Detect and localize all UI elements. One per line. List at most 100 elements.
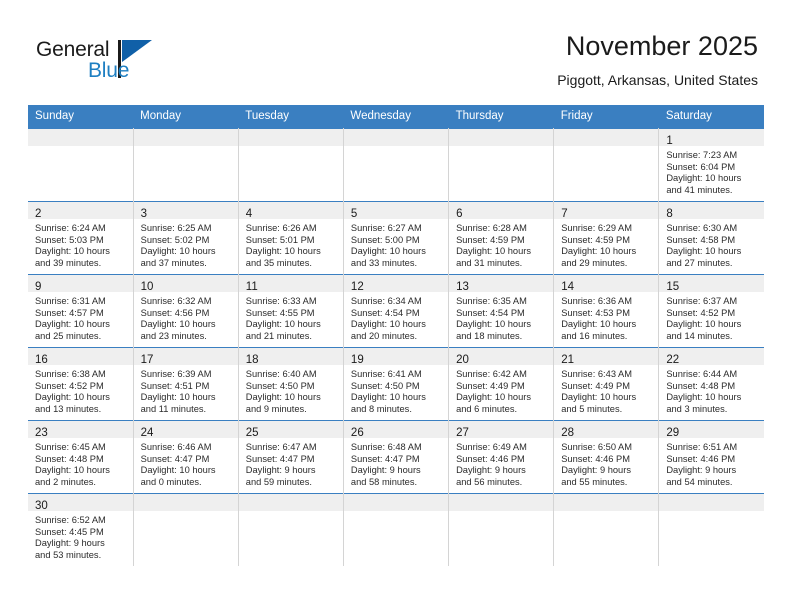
day-details <box>659 511 764 515</box>
day-details <box>28 146 133 150</box>
day-number: 18 <box>245 354 259 366</box>
calendar-day-cell[interactable]: 16 Sunrise: 6:38 AM Sunset: 4:52 PM Dayligh… <box>28 347 134 421</box>
calendar-day-cell[interactable]: 29 Sunrise: 6:51 AM Sunset: 4:46 PM Dayligh… <box>658 420 764 494</box>
calendar-day-cell[interactable]: 23 Sunrise: 6:45 AM Sunset: 4:48 PM Dayligh… <box>28 420 134 494</box>
day-detail-line: Sunset: 4:59 PM <box>561 234 630 245</box>
day-detail-line: Daylight: 10 hours <box>140 319 216 330</box>
day-number-band: 30 <box>28 494 133 512</box>
day-detail-line: and 59 minutes. <box>245 476 312 487</box>
calendar-day-cell-empty <box>28 128 134 202</box>
day-detail-line: and 23 minutes. <box>140 330 207 341</box>
calendar-day-cell[interactable]: 15 Sunrise: 6:37 AM Sunset: 4:52 PM Dayligh… <box>658 274 764 348</box>
day-detail-line: and 6 minutes. <box>456 403 518 414</box>
calendar-day-cell[interactable]: 22 Sunrise: 6:44 AM Sunset: 4:48 PM Dayligh… <box>658 347 764 421</box>
calendar-day-cell[interactable]: 5 Sunrise: 6:27 AM Sunset: 5:00 PM Daylight… <box>343 201 450 275</box>
day-detail-line: Sunset: 4:55 PM <box>245 307 315 318</box>
day-detail-line: Sunset: 4:49 PM <box>561 380 630 391</box>
day-number: 26 <box>350 427 364 439</box>
day-number-band: 17 <box>133 348 238 366</box>
calendar-day-cell-empty <box>238 493 344 566</box>
calendar-day-cell[interactable]: 27 Sunrise: 6:49 AM Sunset: 4:46 PM Dayligh… <box>448 420 555 494</box>
day-detail-line: Sunset: 4:54 PM <box>350 307 420 318</box>
day-details: Sunrise: 6:41 AM Sunset: 4:50 PM Daylight:… <box>344 365 448 415</box>
day-detail-line: and 16 minutes. <box>561 330 628 341</box>
calendar-day-cell[interactable]: 4 Sunrise: 6:26 AM Sunset: 5:01 PM Daylight… <box>238 201 344 275</box>
day-number: 8 <box>666 208 673 220</box>
calendar-day-cell[interactable]: 13 Sunrise: 6:35 AM Sunset: 4:54 PM Dayligh… <box>448 274 555 348</box>
calendar-day-cell[interactable]: 12 Sunrise: 6:34 AM Sunset: 4:54 PM Dayligh… <box>343 274 450 348</box>
day-number-band <box>133 129 238 146</box>
calendar-day-cell[interactable]: 18 Sunrise: 6:40 AM Sunset: 4:50 PM Dayligh… <box>238 347 344 421</box>
day-details <box>449 511 553 515</box>
day-number-band: 5 <box>343 202 449 220</box>
calendar-day-cell[interactable]: 28 Sunrise: 6:50 AM Sunset: 4:46 PM Dayligh… <box>553 420 660 494</box>
day-detail-line: Sunrise: 6:33 AM <box>245 296 317 306</box>
day-detail-line: Daylight: 10 hours <box>666 173 742 184</box>
calendar-day-cell-empty <box>343 493 450 566</box>
calendar-day-cell[interactable]: 17 Sunrise: 6:39 AM Sunset: 4:51 PM Dayligh… <box>133 347 239 421</box>
day-detail-line: and 11 minutes. <box>140 403 207 414</box>
general-blue-logo[interactable]: General Blue <box>36 38 166 90</box>
calendar-day-cell[interactable]: 26 Sunrise: 6:48 AM Sunset: 4:47 PM Dayligh… <box>343 420 450 494</box>
day-number-band: 26 <box>343 421 449 439</box>
day-number-band: 21 <box>554 348 659 366</box>
calendar-day-cell[interactable]: 6 Sunrise: 6:28 AM Sunset: 4:59 PM Daylight… <box>448 201 555 275</box>
day-detail-line: Daylight: 10 hours <box>456 392 531 403</box>
calendar-day-cell[interactable]: 11 Sunrise: 6:33 AM Sunset: 4:55 PM Dayligh… <box>238 274 344 348</box>
day-number-band: 2 <box>28 202 133 220</box>
calendar-day-cell[interactable]: 14 Sunrise: 6:36 AM Sunset: 4:53 PM Dayligh… <box>553 274 660 348</box>
day-detail-line: Sunrise: 6:32 AM <box>140 296 212 306</box>
calendar-day-cell[interactable]: 30 Sunrise: 6:52 AM Sunset: 4:45 PM Dayligh… <box>28 493 134 566</box>
page-title: November 2025 <box>565 31 758 61</box>
day-number: 13 <box>456 281 469 293</box>
page-subtitle: Piggott, Arkansas, United States <box>557 72 758 88</box>
day-details: Sunrise: 6:28 AM Sunset: 4:59 PM Daylight:… <box>449 219 553 269</box>
calendar-day-cell[interactable]: 24 Sunrise: 6:46 AM Sunset: 4:47 PM Dayligh… <box>133 420 239 494</box>
day-details: Sunrise: 6:42 AM Sunset: 4:49 PM Daylight:… <box>449 365 553 415</box>
day-details <box>554 146 658 150</box>
day-detail-line: Sunset: 4:52 PM <box>666 307 736 318</box>
day-detail-line: Sunrise: 6:49 AM <box>456 442 527 452</box>
calendar-day-cell[interactable]: 9 Sunrise: 6:31 AM Sunset: 4:57 PM Daylight… <box>28 274 134 348</box>
day-number-band: 24 <box>133 421 238 439</box>
day-number: 4 <box>245 208 253 220</box>
day-detail-line: Sunrise: 6:24 AM <box>35 223 106 233</box>
day-number-band <box>554 494 659 511</box>
day-details: Sunrise: 6:33 AM Sunset: 4:55 PM Daylight:… <box>239 292 343 342</box>
calendar-day-cell[interactable]: 8 Sunrise: 6:30 AM Sunset: 4:58 PM Daylight… <box>658 201 764 275</box>
day-number-band <box>343 494 449 511</box>
calendar-week-row: 1 Sunrise: 7:23 AM Sunset: 6:04 PM Daylight… <box>28 128 764 202</box>
day-details: Sunrise: 6:26 AM Sunset: 5:01 PM Daylight:… <box>239 219 343 269</box>
weekday-header-thursday: Thursday <box>448 105 554 129</box>
day-number: 21 <box>561 354 574 366</box>
calendar-day-cell[interactable]: 1 Sunrise: 7:23 AM Sunset: 6:04 PM Daylight… <box>658 128 764 202</box>
calendar-day-cell[interactable]: 25 Sunrise: 6:47 AM Sunset: 4:47 PM Dayligh… <box>238 420 344 494</box>
calendar-day-cell[interactable]: 2 Sunrise: 6:24 AM Sunset: 5:03 PM Daylight… <box>28 201 134 275</box>
calendar-day-cell[interactable]: 19 Sunrise: 6:41 AM Sunset: 4:50 PM Dayligh… <box>343 347 450 421</box>
calendar-day-cell[interactable]: 21 Sunrise: 6:43 AM Sunset: 4:49 PM Dayligh… <box>553 347 660 421</box>
day-number-band: 13 <box>449 275 554 293</box>
day-detail-line: Sunset: 4:49 PM <box>456 380 525 391</box>
day-number-band: 19 <box>343 348 449 366</box>
day-number-band <box>554 129 659 146</box>
day-details: Sunrise: 6:40 AM Sunset: 4:50 PM Daylight:… <box>239 365 343 415</box>
day-detail-line: Daylight: 9 hours <box>35 538 105 549</box>
day-number-band: 18 <box>238 348 343 366</box>
day-detail-line: and 8 minutes. <box>350 403 412 414</box>
day-detail-line: Daylight: 10 hours <box>245 392 321 403</box>
day-number-band: 15 <box>659 275 764 293</box>
day-details: Sunrise: 6:32 AM Sunset: 4:56 PM Daylight:… <box>134 292 238 342</box>
calendar-week-row: 9 Sunrise: 6:31 AM Sunset: 4:57 PM Daylight… <box>28 274 764 348</box>
day-number-band: 25 <box>238 421 343 439</box>
day-detail-line: Sunrise: 6:31 AM <box>35 296 106 306</box>
calendar-day-cell[interactable]: 20 Sunrise: 6:42 AM Sunset: 4:49 PM Dayligh… <box>448 347 555 421</box>
day-detail-line: Daylight: 10 hours <box>350 319 426 330</box>
calendar-day-cell[interactable]: 7 Sunrise: 6:29 AM Sunset: 4:59 PM Daylight… <box>553 201 660 275</box>
day-details <box>239 146 343 150</box>
day-detail-line: Sunset: 4:58 PM <box>666 234 736 245</box>
calendar-week-row: 2 Sunrise: 6:24 AM Sunset: 5:03 PM Daylight… <box>28 201 764 275</box>
calendar-day-cell[interactable]: 10 Sunrise: 6:32 AM Sunset: 4:56 PM Dayligh… <box>133 274 239 348</box>
day-detail-line: and 33 minutes. <box>350 257 418 268</box>
calendar-day-cell[interactable]: 3 Sunrise: 6:25 AM Sunset: 5:02 PM Daylight… <box>133 201 239 275</box>
day-details: Sunrise: 6:47 AM Sunset: 4:47 PM Daylight:… <box>239 438 343 488</box>
